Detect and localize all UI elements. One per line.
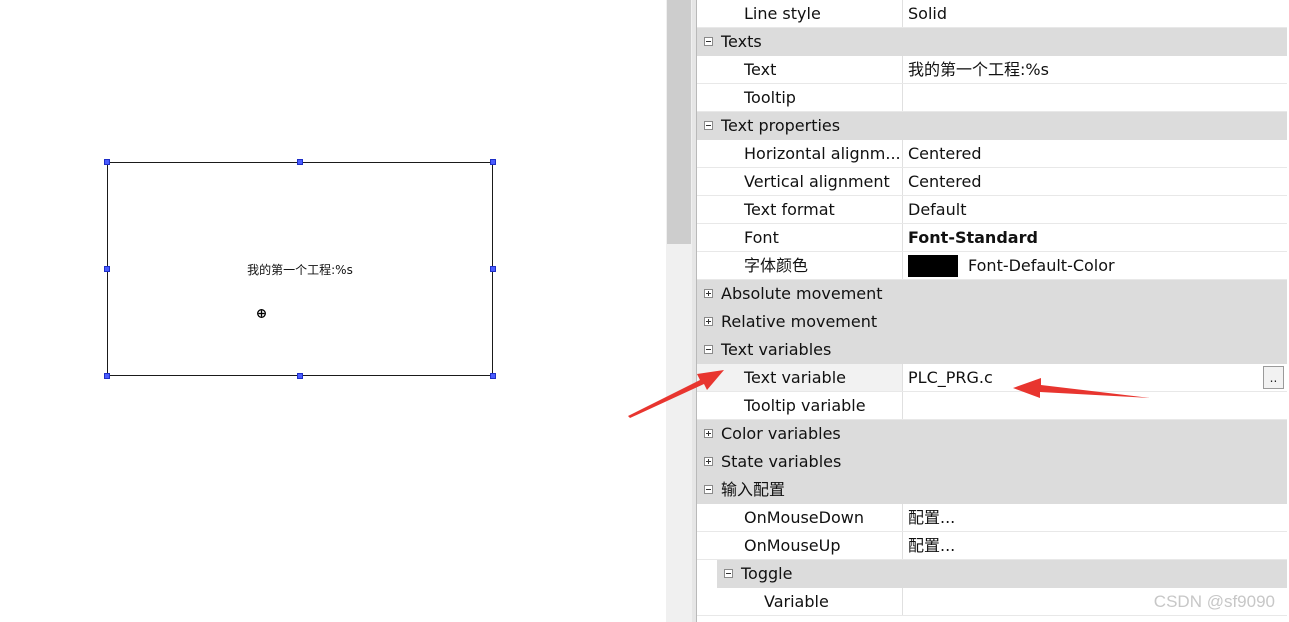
collapse-icon[interactable] — [704, 37, 713, 46]
property-value[interactable]: Font-Standard — [902, 224, 1287, 251]
text-element-content: 我的第一个工程:%s — [247, 263, 353, 277]
category-texts[interactable]: Texts — [697, 28, 1287, 56]
category-label: Relative movement — [721, 312, 878, 331]
property-value[interactable]: Centered — [902, 140, 1287, 167]
category-label: Toggle — [741, 564, 793, 583]
property-value[interactable] — [902, 84, 1287, 111]
property-value[interactable]: 配置... — [902, 532, 1287, 559]
resize-handle-middle-right[interactable] — [490, 266, 496, 272]
expand-icon[interactable] — [704, 317, 713, 326]
collapse-icon[interactable] — [724, 569, 733, 578]
category-label: Texts — [721, 32, 762, 51]
property-row-font[interactable]: Font Font-Standard — [697, 224, 1287, 252]
property-value[interactable]: Default — [902, 196, 1287, 223]
property-name: Text variable — [744, 368, 846, 387]
property-value[interactable]: 配置... — [902, 504, 1287, 531]
category-label: Absolute movement — [721, 284, 883, 303]
property-row-onmousedown[interactable]: OnMouseDown 配置... — [697, 504, 1287, 532]
collapse-icon[interactable] — [704, 345, 713, 354]
resize-handle-middle-left[interactable] — [104, 266, 110, 272]
property-name: 字体颜色 — [744, 256, 809, 275]
property-name: Variable — [764, 592, 829, 611]
property-name: Line style — [744, 4, 821, 23]
category-toggle[interactable]: Toggle — [717, 560, 1287, 588]
category-relative-movement[interactable]: Relative movement — [697, 308, 1287, 336]
property-grid: 属性 值 Line style Solid Texts Text 我的第一个工程… — [697, 0, 1287, 616]
category-color-variables[interactable]: Color variables — [697, 420, 1287, 448]
category-label: Text properties — [721, 116, 841, 135]
property-value[interactable]: PLC_PRG.c — [902, 364, 1287, 391]
resize-handle-bottom-left[interactable] — [104, 373, 110, 379]
property-row-text-format[interactable]: Text format Default — [697, 196, 1287, 224]
property-value[interactable] — [902, 392, 1287, 419]
property-value-color[interactable]: Font-Default-Color — [902, 252, 1287, 279]
text-variable-value[interactable]: PLC_PRG.c — [908, 368, 993, 387]
property-name: Horizontal alignm... — [744, 144, 901, 163]
property-value[interactable]: 我的第一个工程:%s — [902, 56, 1287, 83]
expand-icon[interactable] — [704, 289, 713, 298]
category-text-properties[interactable]: Text properties — [697, 112, 1287, 140]
property-value[interactable]: Centered — [902, 168, 1287, 195]
property-name: Text format — [744, 200, 835, 219]
property-name: OnMouseDown — [744, 508, 864, 527]
category-label: Color variables — [721, 424, 841, 443]
visu-canvas[interactable]: 我的第一个工程:%s — [0, 0, 666, 622]
category-text-variables[interactable]: Text variables — [697, 336, 1287, 364]
selected-text-element[interactable]: 我的第一个工程:%s — [107, 162, 493, 376]
category-input-configuration[interactable]: 输入配置 — [697, 476, 1287, 504]
collapse-icon[interactable] — [704, 121, 713, 130]
color-swatch[interactable] — [908, 254, 958, 277]
property-name: Tooltip variable — [744, 396, 866, 415]
property-row-tooltip[interactable]: Tooltip — [697, 84, 1287, 112]
resize-handle-top-center[interactable] — [297, 159, 303, 165]
property-row-onmouseup[interactable]: OnMouseUp 配置... — [697, 532, 1287, 560]
expand-icon[interactable] — [704, 429, 713, 438]
watermark: CSDN @sf9090 — [1153, 592, 1275, 611]
category-absolute-movement[interactable]: Absolute movement — [697, 280, 1287, 308]
property-name: Text — [744, 60, 777, 79]
category-label: Text variables — [721, 340, 832, 359]
property-row-vertical-alignment[interactable]: Vertical alignment Centered — [697, 168, 1287, 196]
resize-handle-bottom-center[interactable] — [297, 373, 303, 379]
collapse-icon[interactable] — [704, 485, 713, 494]
resize-handle-bottom-right[interactable] — [490, 373, 496, 379]
category-label: State variables — [721, 452, 842, 471]
resize-handle-top-right[interactable] — [490, 159, 496, 165]
property-row-text-variable[interactable]: Text variable PLC_PRG.c .. — [697, 364, 1287, 392]
resize-handle-top-left[interactable] — [104, 159, 110, 165]
browse-button[interactable]: .. — [1263, 366, 1284, 389]
property-row-font-color[interactable]: 字体颜色 Font-Default-Color — [697, 252, 1287, 280]
property-row-text[interactable]: Text 我的第一个工程:%s — [697, 56, 1287, 84]
rotation-center-icon[interactable] — [257, 309, 266, 318]
property-row-line-style[interactable]: Line style Solid — [697, 0, 1287, 28]
property-name: Tooltip — [744, 88, 796, 107]
property-row-horizontal-alignment[interactable]: Horizontal alignm... Centered — [697, 140, 1287, 168]
property-name: Vertical alignment — [744, 172, 890, 191]
expand-icon[interactable] — [704, 457, 713, 466]
property-name: OnMouseUp — [744, 536, 841, 555]
property-value[interactable]: Solid — [902, 0, 1287, 27]
scrollbar-thumb[interactable] — [667, 0, 691, 244]
property-name: Font — [744, 228, 779, 247]
color-name: Font-Default-Color — [968, 256, 1115, 275]
property-row-tooltip-variable[interactable]: Tooltip variable — [697, 392, 1287, 420]
category-state-variables[interactable]: State variables — [697, 448, 1287, 476]
category-label: 输入配置 — [721, 480, 786, 499]
